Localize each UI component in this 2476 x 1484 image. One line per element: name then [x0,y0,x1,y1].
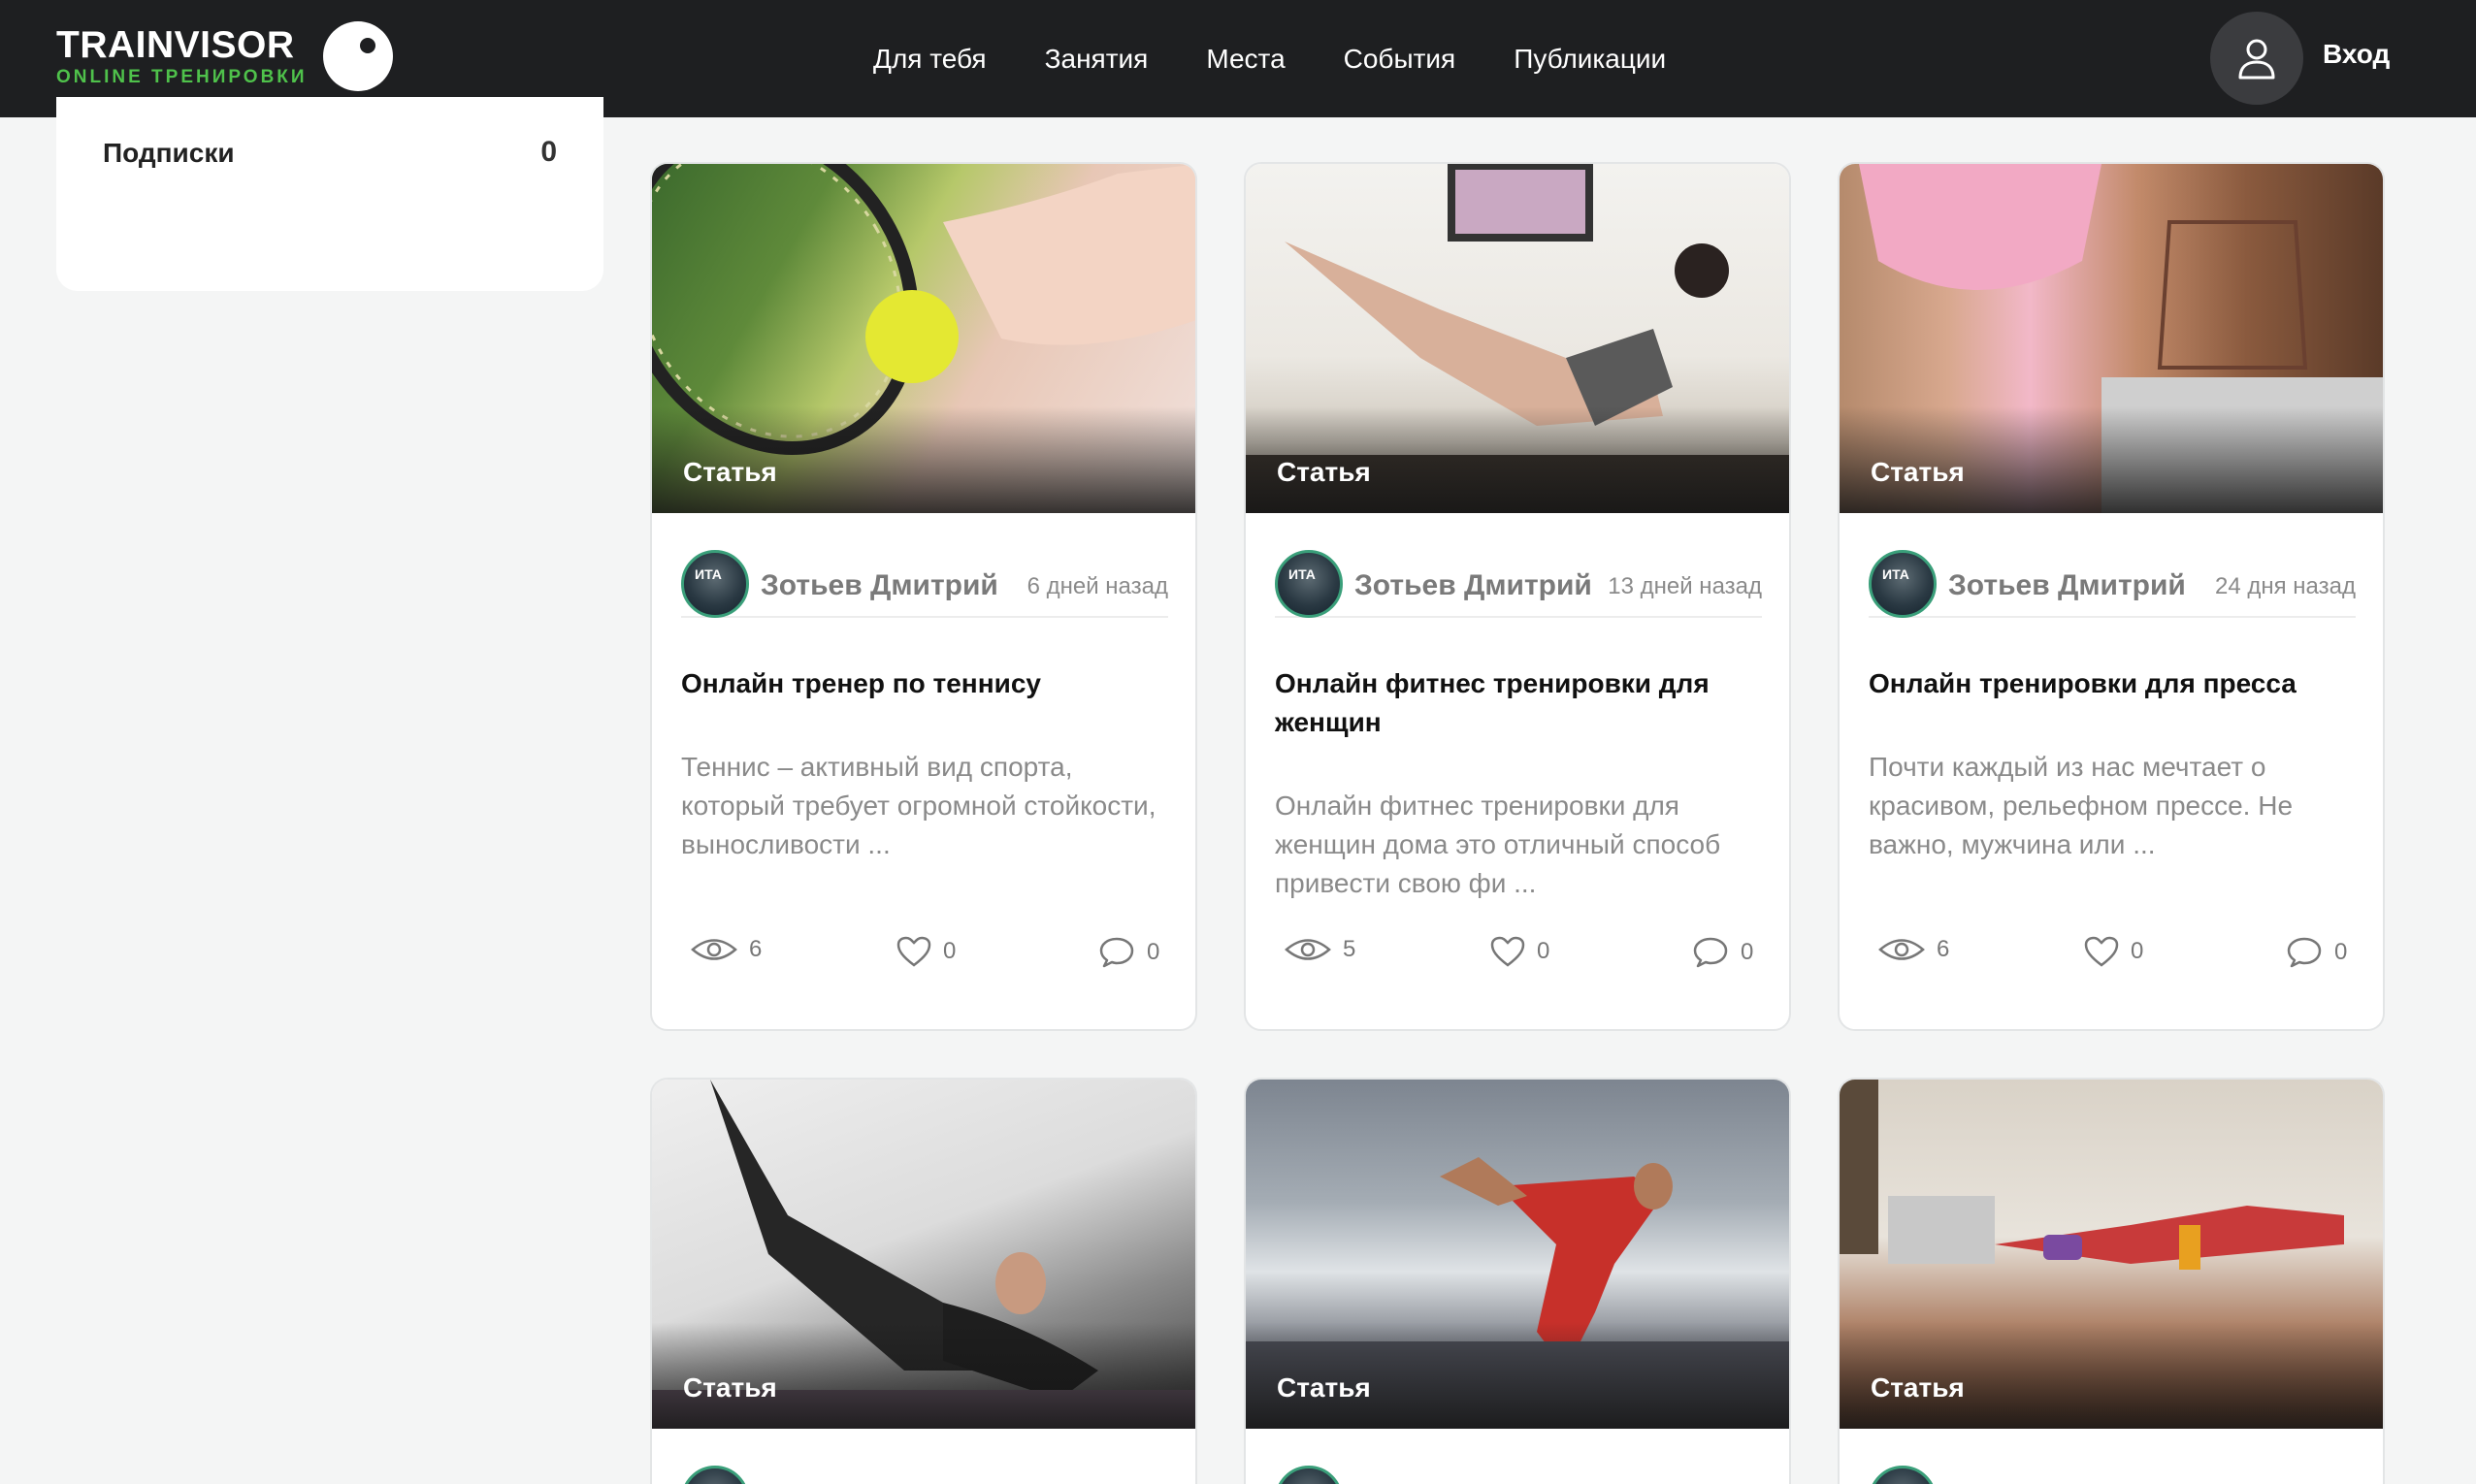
nav-item-places[interactable]: Места [1206,44,1285,75]
article-card[interactable]: Статья Зотьев Дмитрий 13 дней назад Онла… [1244,162,1791,1031]
author-name[interactable]: Зотьев Дмитрий [1948,569,2186,602]
login-label[interactable]: Вход [2323,39,2390,70]
comment-icon[interactable] [1098,936,1135,969]
author-row: Зотьев Дмитрий 24 дня назад [1869,550,2356,618]
views-stat: 6 [691,936,762,963]
article-image[interactable]: Статья [652,164,1195,513]
comments-stat[interactable]: 0 [1098,936,1159,969]
main-nav: Для тебя Занятия Места События Публикаци… [873,0,1724,117]
nav-item-publications[interactable]: Публикации [1514,44,1666,75]
article-image[interactable]: Статья [652,1080,1195,1429]
nav-item-events[interactable]: События [1344,44,1456,75]
author-row: Зотьев Дмитрий 6 дней назад [681,550,1168,618]
author-name[interactable]: Зотьев Дмитрий [1354,569,1592,602]
views-stat: 5 [1285,936,1355,963]
publish-date: 6 дней назад [1026,573,1168,599]
subscriptions-count: 0 [540,136,557,168]
comments-stat[interactable]: 0 [1692,936,1753,969]
login-button[interactable] [2210,12,2303,105]
avatar[interactable] [1869,550,1937,618]
profile-sidebar: Подписки 0 [56,97,603,291]
article-excerpt: Онлайн фитнес тренировки для женщин дома… [1275,790,1721,898]
author-row: Зотьев Дмитрий 13 дней назад [1275,550,1762,618]
heart-icon[interactable] [2084,936,2119,967]
eye-icon [691,939,737,960]
article-title[interactable]: Онлайн тренировки для пресса [1869,664,2354,703]
article-tag: Статья [1871,457,1965,487]
article-tag: Статья [1277,1372,1371,1403]
logo-title: TRAINVISOR [56,24,295,66]
heart-icon[interactable] [896,936,931,967]
eye-icon [1878,939,1925,960]
comment-icon[interactable] [2286,936,2323,969]
likes-stat[interactable]: 0 [2084,936,2143,967]
avatar[interactable] [1275,550,1343,618]
article-card[interactable]: Статья [650,1078,1197,1484]
views-count: 5 [1343,936,1356,962]
comments-stat[interactable]: 0 [2286,936,2347,969]
article-image[interactable]: Статья [1840,164,2383,513]
article-image[interactable]: Статья [1246,164,1789,513]
logo-eye-icon [322,21,393,91]
likes-count: 0 [2131,938,2144,964]
article-card[interactable]: Статья Зотьев Дмитрий 24 дня назад Онлай… [1838,162,2385,1031]
article-tag: Статья [683,1372,777,1403]
article-card[interactable]: Статья Зотьев Дмитрий 6 дней назад Онлай… [650,162,1197,1031]
article-excerpt: Почти каждый из нас мечтает о красивом, … [1869,752,2294,859]
avatar[interactable] [1275,1466,1343,1484]
author-row [1275,1466,1762,1484]
article-title[interactable]: Онлайн тренер по теннису [681,664,1166,703]
comments-count: 0 [1741,939,1754,965]
views-count: 6 [749,936,763,962]
author-name[interactable]: Зотьев Дмитрий [761,569,998,602]
author-row [1869,1466,2356,1484]
heart-icon[interactable] [1490,936,1525,967]
article-tag: Статья [1277,457,1371,487]
subscriptions-label[interactable]: Подписки [103,138,235,169]
likes-count: 0 [1537,938,1550,964]
article-title[interactable]: Онлайн фитнес тренировки для женщин [1275,664,1760,742]
article-stats: 6 0 0 [1878,936,2354,975]
publish-date: 24 дня назад [2215,573,2356,599]
article-stats: 5 0 0 [1285,936,1760,975]
article-card[interactable]: Статья [1244,1078,1791,1484]
eye-icon [1285,939,1331,960]
comments-count: 0 [1147,939,1160,965]
logo-subtitle: ONLINE ТРЕНИРОВКИ [56,67,308,87]
article-stats: 6 0 0 [691,936,1166,975]
views-stat: 6 [1878,936,1949,963]
avatar[interactable] [1869,1466,1937,1484]
article-image[interactable]: Статья [1840,1080,2383,1429]
user-icon [2238,39,2275,80]
logo[interactable]: TRAINVISOR ONLINE ТРЕНИРОВКИ [56,21,393,91]
avatar[interactable] [681,1466,749,1484]
likes-stat[interactable]: 0 [1490,936,1549,967]
likes-count: 0 [943,938,957,964]
likes-stat[interactable]: 0 [896,936,956,967]
publish-date: 13 дней назад [1608,573,1762,599]
avatar[interactable] [681,550,749,618]
article-excerpt: Теннис – активный вид спорта, который тр… [681,752,1157,859]
nav-item-for-you[interactable]: Для тебя [873,44,987,75]
comment-icon[interactable] [1692,936,1729,969]
comments-count: 0 [2334,939,2348,965]
author-row [681,1466,1168,1484]
article-tag: Статья [683,457,777,487]
article-card[interactable]: Статья [1838,1078,2385,1484]
article-image[interactable]: Статья [1246,1080,1789,1429]
nav-item-classes[interactable]: Занятия [1045,44,1149,75]
article-tag: Статья [1871,1372,1965,1403]
views-count: 6 [1937,936,1950,962]
